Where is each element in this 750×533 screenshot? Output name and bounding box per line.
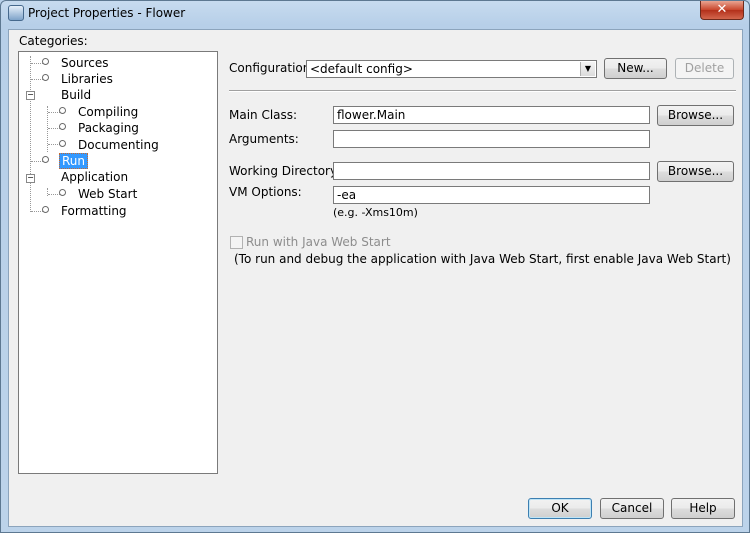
ok-button[interactable]: OK [528, 498, 592, 519]
close-button[interactable]: ✕ [700, 1, 744, 20]
tree-item-build[interactable]: Build [42, 87, 93, 103]
configuration-label: Configuration: [229, 61, 315, 75]
working-directory-label: Working Directory: [229, 164, 341, 178]
node-icon [42, 74, 49, 81]
cancel-button[interactable]: Cancel [600, 498, 664, 519]
title-bar[interactable]: Project Properties - Flower ✕ [1, 1, 749, 25]
tree-item-libraries[interactable]: Libraries [42, 71, 115, 87]
node-icon [59, 140, 66, 147]
web-start-checkbox-label: Run with Java Web Start [246, 235, 391, 249]
browse-main-class-button[interactable]: Browse... [657, 105, 734, 126]
app-icon [8, 5, 24, 21]
run-settings-panel: Configuration: <default config> ▼ New...… [229, 30, 744, 528]
dialog-body: Categories: − − Sources Libraries Build … [8, 29, 743, 527]
configuration-value: <default config> [310, 62, 413, 76]
main-class-label: Main Class: [229, 108, 298, 122]
close-icon: ✕ [716, 2, 728, 17]
delete-config-button[interactable]: Delete [675, 58, 734, 79]
tree-item-compiling[interactable]: Compiling [59, 104, 140, 120]
application-collapse-toggle[interactable]: − [26, 174, 35, 183]
web-start-checkbox[interactable] [230, 236, 243, 249]
categories-label: Categories: [19, 34, 88, 48]
build-collapse-toggle[interactable]: − [26, 91, 35, 100]
tree-item-sources[interactable]: Sources [42, 55, 110, 71]
main-class-field[interactable]: flower.Main [333, 106, 650, 124]
separator [229, 90, 736, 92]
tree-item-documenting[interactable]: Documenting [59, 137, 161, 153]
chevron-down-icon: ▼ [580, 62, 595, 76]
working-directory-field[interactable] [333, 162, 650, 180]
tree-item-web-start[interactable]: Web Start [59, 186, 139, 202]
arguments-field[interactable] [333, 130, 650, 148]
tree-item-packaging[interactable]: Packaging [59, 120, 141, 136]
window-title: Project Properties - Flower [28, 6, 186, 20]
categories-tree[interactable]: − − Sources Libraries Build Compiling Pa… [18, 51, 218, 474]
node-icon [59, 107, 66, 114]
tree-item-formatting[interactable]: Formatting [42, 203, 129, 219]
project-properties-window: Project Properties - Flower ✕ Categories… [0, 0, 750, 533]
tree-item-application[interactable]: Application [42, 169, 130, 185]
help-button[interactable]: Help [671, 498, 735, 519]
node-icon [42, 156, 49, 163]
node-icon [42, 206, 49, 213]
vm-options-field[interactable]: -ea [333, 186, 650, 204]
node-icon [59, 123, 66, 130]
arguments-label: Arguments: [229, 132, 299, 146]
node-icon [42, 58, 49, 65]
tree-item-run[interactable]: Run [42, 153, 89, 169]
web-start-note: (To run and debug the application with J… [234, 252, 731, 266]
browse-working-directory-button[interactable]: Browse... [657, 161, 734, 182]
new-config-button[interactable]: New... [604, 58, 667, 79]
node-icon [59, 189, 66, 196]
vm-options-hint: (e.g. -Xms10m) [333, 206, 418, 219]
vm-options-label: VM Options: [229, 185, 302, 199]
configuration-combo[interactable]: <default config> ▼ [306, 60, 597, 78]
